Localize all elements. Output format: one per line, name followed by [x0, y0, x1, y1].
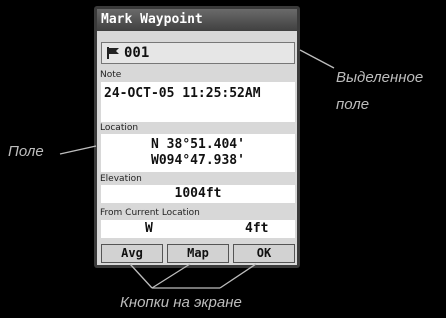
location-field[interactable]: N 38°51.404' W094°47.938'	[101, 134, 295, 172]
from-current-location-field[interactable]: W 4ft	[101, 220, 295, 238]
note-field[interactable]: 24-OCT-05 11:25:52AM	[101, 82, 295, 122]
map-button[interactable]: Map	[167, 244, 229, 263]
distance-value: 4ft	[245, 221, 269, 236]
latitude-value: N 38°51.404'	[151, 137, 245, 152]
note-label: Note	[100, 70, 122, 80]
annotation-highlighted-field: Выделенное поле	[336, 69, 424, 113]
bearing-value: W	[145, 221, 153, 236]
from-current-location-label: From Current Location	[100, 208, 200, 218]
ok-button[interactable]: OK	[233, 244, 295, 263]
waypoint-name: 001	[124, 45, 150, 61]
avg-button[interactable]: Avg	[101, 244, 163, 263]
waypoint-name-field[interactable]: 001	[101, 42, 295, 64]
flag-icon[interactable]	[105, 46, 121, 60]
mark-waypoint-screen: Mark Waypoint 001 Note 24-OCT-05 11:25:5…	[97, 9, 297, 265]
gps-device-frame: Mark Waypoint 001 Note 24-OCT-05 11:25:5…	[94, 6, 300, 268]
annotation-field: Поле	[8, 143, 44, 160]
elevation-field[interactable]: 1004ft	[101, 185, 295, 203]
page-title: Mark Waypoint	[97, 9, 297, 31]
location-label: Location	[100, 123, 139, 133]
annotation-screen-buttons: Кнопки на экране	[120, 294, 242, 311]
longitude-value: W094°47.938'	[151, 153, 245, 168]
elevation-label: Elevation	[100, 174, 142, 184]
